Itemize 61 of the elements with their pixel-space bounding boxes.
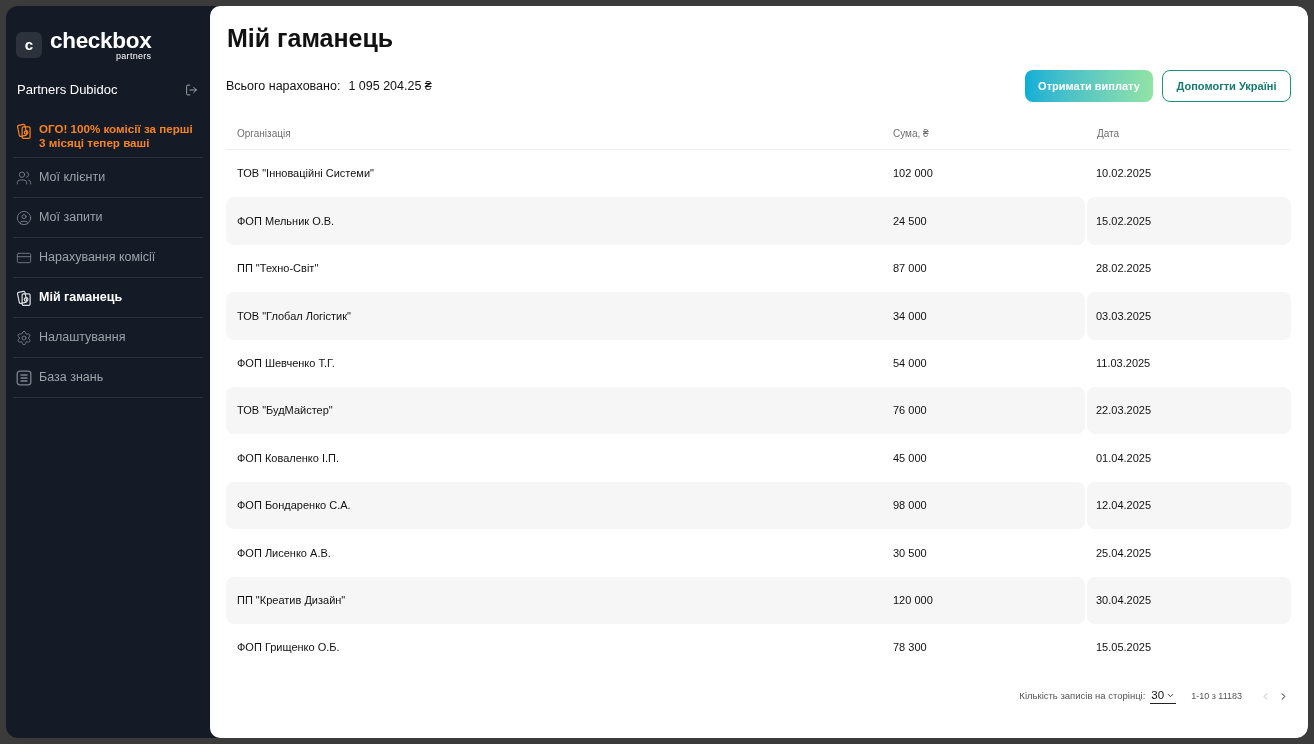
page-title: Мій гаманець <box>226 23 395 54</box>
table-cell: ТОВ "БудМайстер" <box>226 386 882 435</box>
notebook-icon <box>16 369 32 386</box>
table-cell: ТОВ "Глобал Логістик" <box>226 292 882 340</box>
table-cell: 30.04.2025 <box>1087 576 1291 624</box>
logo-subtitle: partners <box>116 51 152 61</box>
table-cell: 76 000 <box>882 386 1085 435</box>
table-cell: ФОП Мельник О.В. <box>226 197 882 245</box>
total-value: 1 095 204.25 ₴ <box>348 77 432 95</box>
table-cell-text: ПП "Техно-Світ" <box>236 261 320 277</box>
table-cell-text: 54 000 <box>892 356 928 371</box>
table-cell: 03.03.2025 <box>1087 292 1291 340</box>
cards-icon <box>17 123 31 139</box>
cards-icon <box>16 289 32 306</box>
sidebar-item[interactable]: Мої запити <box>13 198 203 238</box>
page-range: 1-10 з 11183 <box>1191 689 1242 703</box>
column-header: Дата <box>1096 127 1121 141</box>
user-circle-icon <box>16 209 32 226</box>
table-cell-text: 15.05.2025 <box>1095 640 1153 656</box>
logout-icon[interactable] <box>185 83 198 97</box>
logo-name: checkbox <box>50 29 152 52</box>
page-size-select[interactable]: 30 <box>1150 688 1177 705</box>
table-cell: 120 000 <box>882 576 1085 624</box>
page-size-label: Кількість записів на сторінці: <box>1019 689 1146 704</box>
table-cell-text: 10.02.2025 <box>1095 166 1153 182</box>
total-label: Всього нараховано: <box>226 77 341 95</box>
table-cell: ФОП Бондаренко С.А. <box>226 481 882 530</box>
column-header: Організація <box>236 127 292 141</box>
sidebar-item[interactable]: Мій гаманець <box>13 278 203 318</box>
table-cell: 24 500 <box>882 197 1085 245</box>
sidebar-item[interactable]: Нарахування комісії <box>13 238 203 278</box>
logo-mark: c <box>16 32 42 58</box>
table-cell-text: 87 000 <box>892 261 928 277</box>
table-cell-text: 28.02.2025 <box>1095 261 1153 277</box>
table-cell-text: 102 000 <box>892 166 934 182</box>
table-cell: ПП "Креатив Дизайн" <box>226 576 882 624</box>
table-cell: 98 000 <box>882 481 1085 530</box>
table-cell-text: ФОП Грищенко О.Б. <box>236 640 341 656</box>
sidebar-item[interactable]: Мої клієнти <box>13 158 203 198</box>
users-icon <box>16 169 32 186</box>
table-cell-text: ФОП Лисенко А.В. <box>236 545 332 561</box>
table-cell-text: 01.04.2025 <box>1095 450 1153 466</box>
table-cell: 34 000 <box>882 292 1085 340</box>
table-cell: 15.02.2025 <box>1087 197 1291 245</box>
table-cell-text: ФОП Коваленко І.П. <box>236 450 341 466</box>
table-cell-text: 78 300 <box>892 640 928 656</box>
table-cell-text: ТОВ "Інноваційні Системи" <box>236 166 375 182</box>
help-ukraine-button[interactable]: Допомогти Україні <box>1162 70 1291 102</box>
column-header: Сума, ₴ <box>892 127 930 141</box>
account-name: Partners Dubidoc <box>17 81 118 100</box>
table-cell-text: ФОП Шевченко Т.Г. <box>236 356 336 371</box>
settings-icon <box>16 329 32 346</box>
table-cell-text: 11.03.2025 <box>1095 356 1152 371</box>
table-cell-text: 30 500 <box>892 545 928 561</box>
sidebar-item[interactable]: Налаштування <box>13 318 203 358</box>
table-cell: 22.03.2025 <box>1087 386 1291 435</box>
table-cell-text: 45 000 <box>892 450 928 466</box>
table-cell-text: 25.04.2025 <box>1095 545 1153 561</box>
table-cell: 12.04.2025 <box>1087 481 1291 530</box>
sidebar-item[interactable]: База знань <box>13 358 203 398</box>
promo-text: ОГО! 100% комісії за перші 3 місяці тепер ваші <box>39 122 194 149</box>
